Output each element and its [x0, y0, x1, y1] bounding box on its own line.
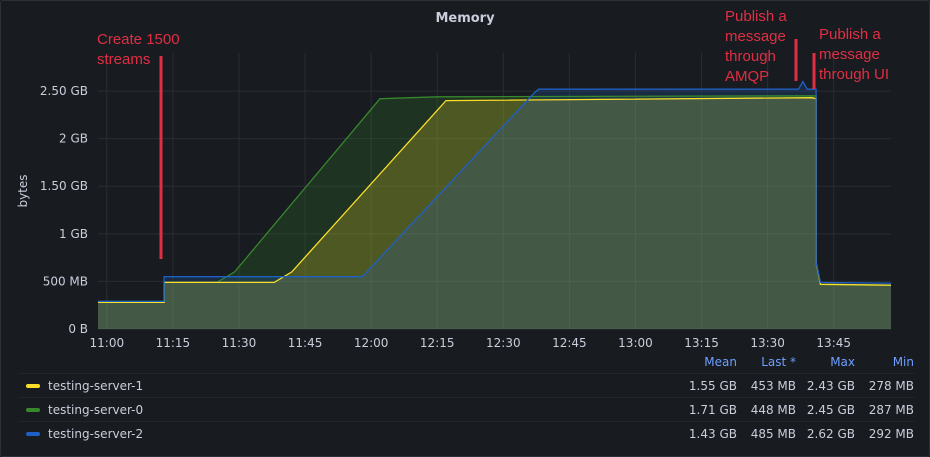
annotation-text-ui: through UI: [819, 66, 889, 83]
legend-mean: 1.71 GB: [688, 402, 737, 417]
legend-min: 292 MB: [868, 426, 914, 441]
legend-min: 278 MB: [868, 378, 914, 393]
legend-row-server-1[interactable]: testing-server-1 1.55 GB 453 MB 2.43 GB …: [18, 373, 914, 397]
y-tick-label: 1.50 GB: [40, 179, 88, 193]
legend-last: 453 MB: [750, 378, 796, 393]
x-tick-label: 13:00: [618, 336, 653, 350]
annotation-text-ui: message: [819, 46, 880, 63]
annotation-text-amqp: Publish a: [725, 8, 787, 25]
y-tick-label: 2 GB: [59, 132, 88, 146]
series-color-swatch: [26, 407, 40, 412]
legend-max: 2.45 GB: [806, 402, 855, 417]
legend-max: 2.62 GB: [806, 426, 855, 441]
legend-row-server-2[interactable]: testing-server-2 1.43 GB 485 MB 2.62 GB …: [18, 421, 914, 445]
annotation-text-amqp: through: [725, 48, 776, 65]
legend-series-name: testing-server-1: [48, 378, 144, 393]
annotation-text-ui: Publish a: [819, 26, 881, 43]
y-tick-label: 500 MB: [43, 274, 88, 288]
legend-last: 485 MB: [750, 426, 796, 441]
annotation-text-amqp: AMQP: [725, 68, 769, 85]
x-tick-label: 11:15: [156, 336, 191, 350]
legend-series-name: testing-server-2: [48, 426, 144, 441]
legend-col-last[interactable]: Last *: [737, 355, 796, 369]
legend-mean: 1.55 GB: [688, 378, 737, 393]
legend-last: 448 MB: [750, 402, 796, 417]
annotation-text-amqp: message: [725, 28, 786, 45]
series-color-swatch: [26, 431, 40, 436]
memory-panel: Memory 0 B 500 MB 1 GB 1.50 GB 2 GB 2.50 GB 11…: [0, 0, 930, 457]
legend-header: Mean Last * Max Min: [18, 351, 914, 373]
legend-mean: 1.43 GB: [688, 426, 737, 441]
x-tick-label: 11:00: [90, 336, 125, 350]
x-tick-label: 11:45: [288, 336, 323, 350]
legend-col-max[interactable]: Max: [796, 355, 855, 369]
y-tick-label: 0 B: [68, 322, 88, 336]
legend-col-min[interactable]: Min: [855, 355, 914, 369]
memory-chart: 0 B 500 MB 1 GB 1.50 GB 2 GB 2.50 GB 11:00 11:1…: [16, 8, 892, 350]
legend: Mean Last * Max Min testing-server-1 1.5…: [18, 351, 914, 445]
annotation-text-create: streams: [97, 51, 150, 68]
x-tick-label: 13:45: [816, 336, 851, 350]
x-tick-label: 11:30: [222, 336, 257, 350]
legend-min: 287 MB: [868, 402, 914, 417]
x-tick-label: 12:30: [486, 336, 521, 350]
x-tick-label: 12:00: [354, 336, 389, 350]
annotation-text-create: Create 1500: [97, 31, 180, 48]
legend-row-server-0[interactable]: testing-server-0 1.71 GB 448 MB 2.45 GB …: [18, 397, 914, 421]
legend-series-name: testing-server-0: [48, 402, 144, 417]
x-tick-label: 13:15: [684, 336, 719, 350]
series-color-swatch: [26, 383, 40, 388]
x-tick-label: 12:15: [420, 336, 455, 350]
y-tick-label: 1 GB: [59, 227, 88, 241]
x-tick-label: 12:45: [552, 336, 587, 350]
y-tick-label: 2.50 GB: [40, 84, 88, 98]
legend-col-mean[interactable]: Mean: [678, 355, 737, 369]
y-axis-label: bytes: [16, 174, 30, 207]
legend-max: 2.43 GB: [806, 378, 855, 393]
x-tick-label: 13:30: [750, 336, 785, 350]
